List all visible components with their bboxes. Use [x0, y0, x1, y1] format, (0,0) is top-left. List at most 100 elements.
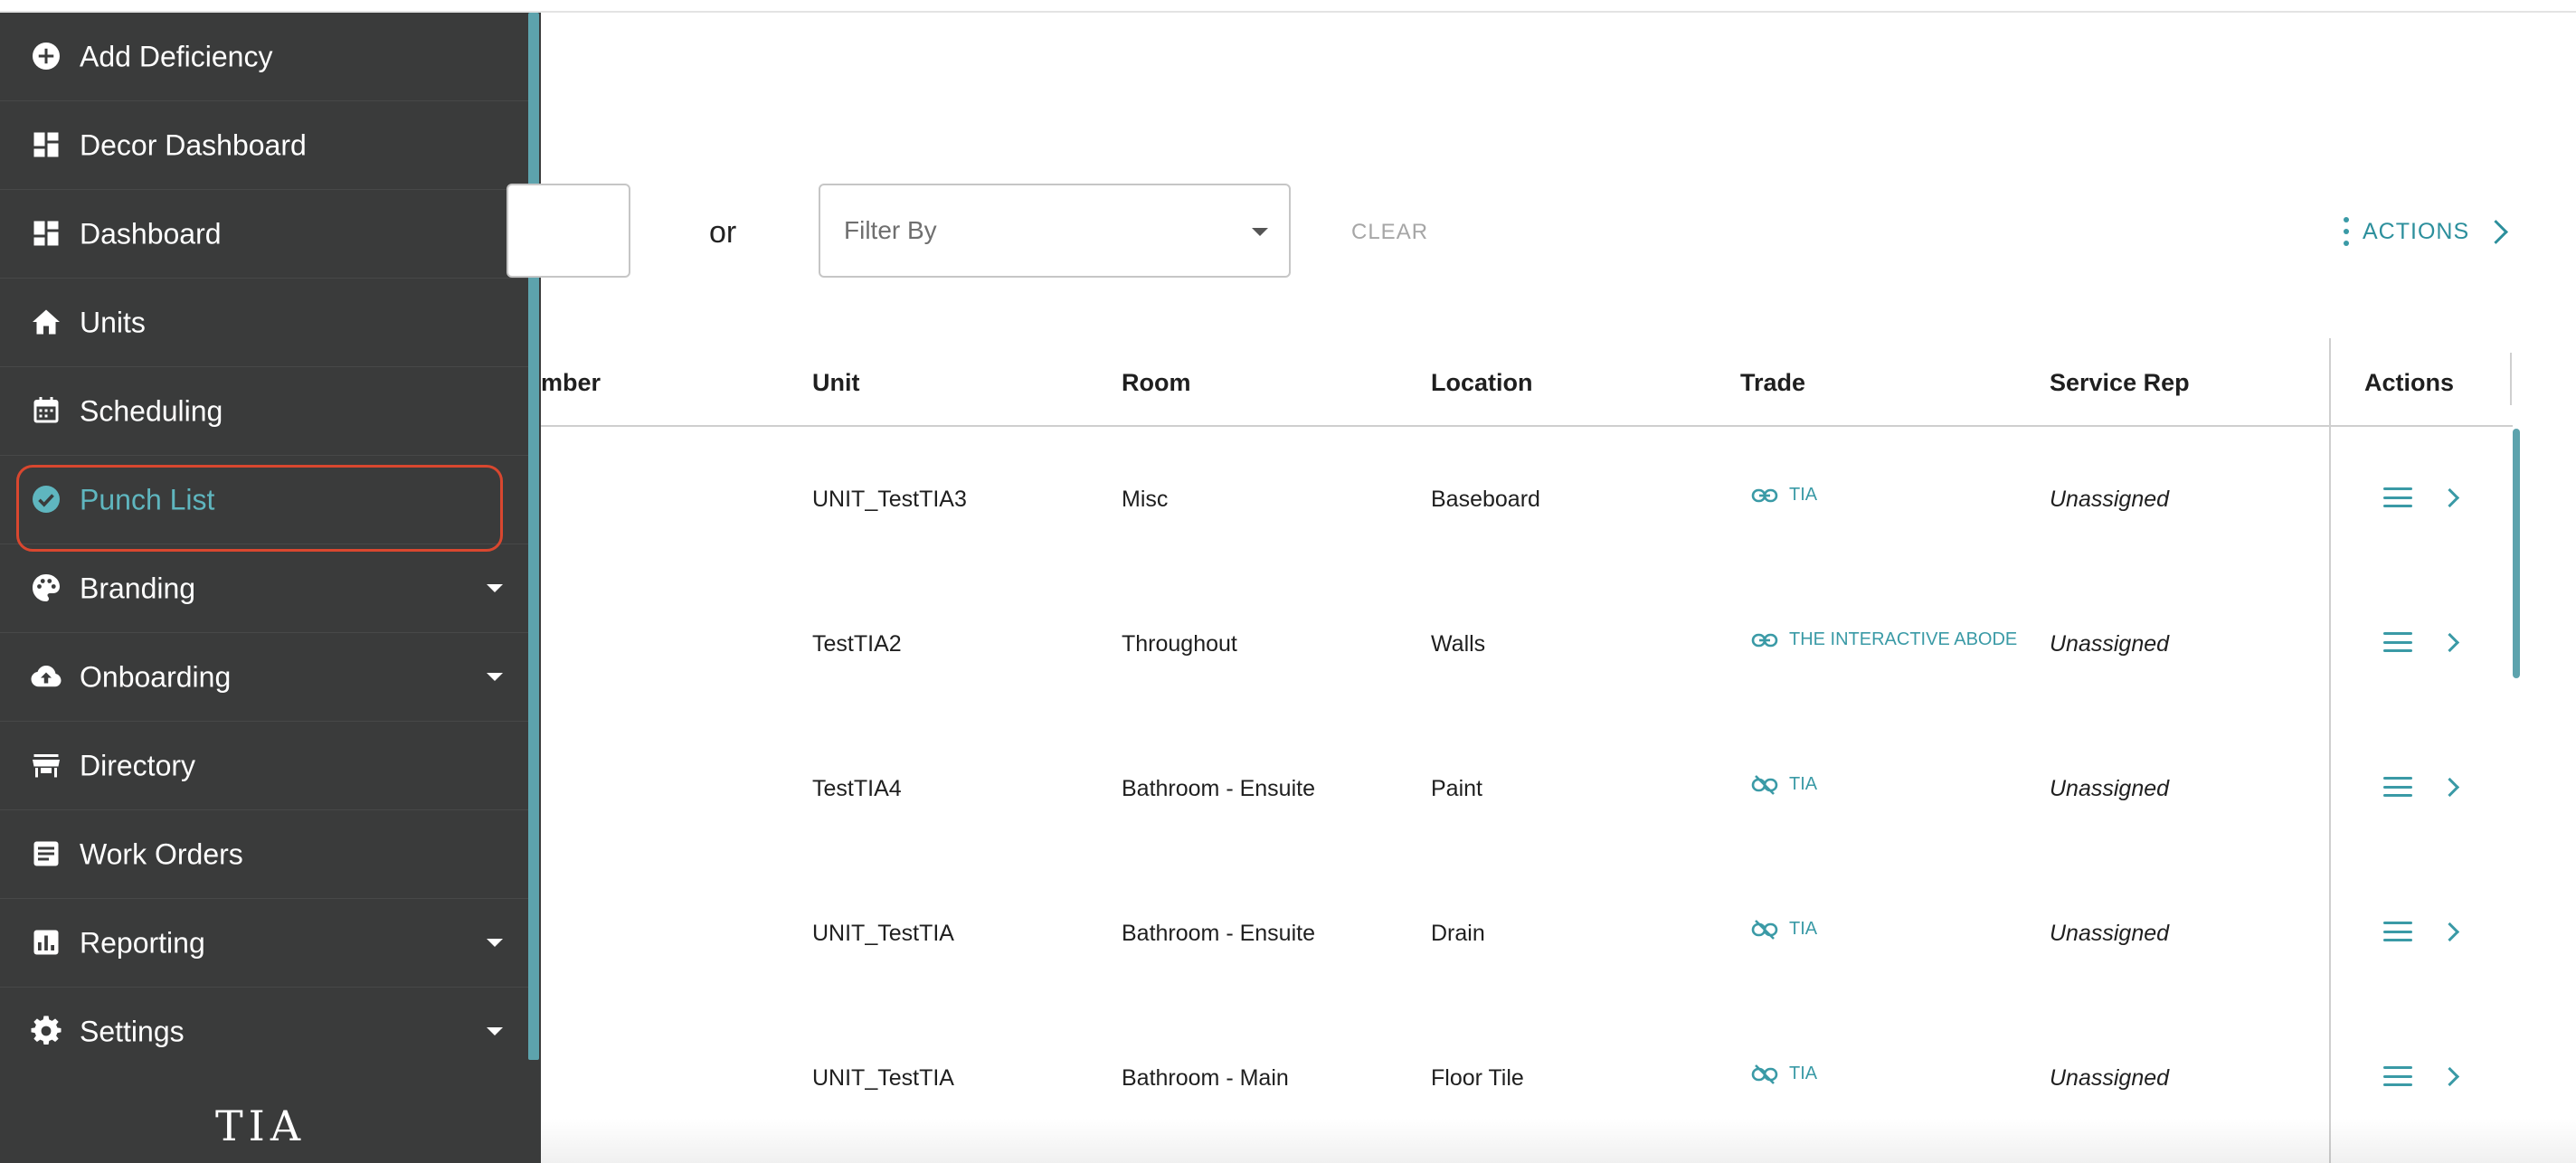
table-scrollbar[interactable]: [2513, 429, 2520, 678]
link-off-icon: [1751, 919, 1778, 940]
search-input[interactable]: [507, 184, 630, 278]
trade-link[interactable]: THE INTERACTIVE ABODE: [1751, 629, 2017, 650]
unit-cell: TestTIA4: [812, 776, 902, 801]
sidebar: Add Deficiency Decor Dashboard Dashboard…: [0, 13, 541, 1163]
sidebar-item-add-deficiency[interactable]: Add Deficiency: [0, 13, 528, 101]
menu-icon[interactable]: [2383, 632, 2412, 652]
sidebar-item-branding[interactable]: Branding: [0, 544, 528, 633]
menu-icon[interactable]: [2383, 777, 2412, 797]
menu-icon[interactable]: [2383, 1066, 2412, 1086]
filter-placeholder: Filter By: [844, 216, 937, 244]
chevron-right-icon[interactable]: [2439, 1066, 2460, 1086]
room-cell: Throughout: [1122, 631, 1237, 657]
room-cell: Misc: [1122, 487, 1169, 512]
unit-cell: UNIT_TestTIA3: [812, 487, 967, 512]
cloud-upload-icon: [31, 666, 62, 687]
sidebar-item-label: Decor Dashboard: [80, 128, 307, 161]
sidebar-item-label: Scheduling: [80, 394, 223, 427]
sidebar-item-reporting[interactable]: Reporting: [0, 899, 528, 988]
sidebar-item-onboarding[interactable]: Onboarding: [0, 633, 528, 722]
sidebar-item-directory[interactable]: Directory: [0, 722, 528, 810]
service-rep-cell: Unassigned: [2050, 921, 2170, 946]
actions-menu-button[interactable]: ACTIONS: [2343, 213, 2509, 250]
column-header-location[interactable]: Location: [1431, 369, 1533, 397]
service-rep-cell: Unassigned: [2050, 631, 2170, 657]
chevron-right-icon[interactable]: [2439, 632, 2460, 652]
room-cell: Bathroom - Ensuite: [1122, 776, 1315, 801]
sidebar-item-units[interactable]: Units: [0, 279, 528, 367]
row-actions: [2383, 777, 2460, 797]
calendar-icon: [33, 397, 59, 423]
sidebar-item-label: Add Deficiency: [80, 40, 273, 72]
trade-label: TIA: [1789, 774, 1818, 794]
sidebar-item-work-orders[interactable]: Work Orders: [0, 810, 528, 899]
table-row[interactable]: UNIT_TestTIA Bathroom - Ensuite Drain TI…: [541, 861, 2460, 1006]
dashboard-icon: [33, 221, 59, 246]
more-vertical-icon: [2343, 217, 2350, 246]
service-rep-cell: Unassigned: [2050, 1065, 2170, 1091]
trade-link[interactable]: TIA: [1751, 774, 1817, 795]
row-actions: [2383, 632, 2460, 652]
bottom-shadow: [541, 1118, 2576, 1163]
link-icon: [1751, 633, 1778, 647]
trade-link[interactable]: TIA: [1751, 1064, 1817, 1084]
service-rep-cell: Unassigned: [2050, 487, 2170, 512]
dropdown-arrow-icon: [1252, 228, 1268, 236]
location-cell: Drain: [1431, 921, 1485, 946]
or-label: or: [709, 215, 737, 250]
dashboard-icon: [33, 132, 59, 157]
header-end-divider: [2510, 353, 2512, 405]
trade-label: TIA: [1789, 1064, 1818, 1083]
chevron-right-icon[interactable]: [2439, 777, 2460, 797]
sidebar-item-scheduling[interactable]: Scheduling: [0, 367, 528, 456]
chart-icon: [33, 930, 59, 955]
column-header-number[interactable]: mber: [541, 369, 601, 397]
link-off-icon: [1751, 774, 1778, 795]
chevron-right-icon[interactable]: [2439, 487, 2460, 507]
table-row[interactable]: TestTIA2 Throughout Walls THE INTERACTIV…: [541, 572, 2460, 716]
location-cell: Baseboard: [1431, 487, 1540, 512]
chevron-down-icon: [487, 939, 503, 947]
sidebar-item-decor-dashboard[interactable]: Decor Dashboard: [0, 101, 528, 190]
menu-icon[interactable]: [2383, 487, 2412, 507]
location-cell: Walls: [1431, 631, 1486, 657]
sidebar-item-label: Reporting: [80, 926, 205, 959]
unit-cell: UNIT_TestTIA: [812, 921, 954, 946]
menu-icon[interactable]: [2383, 922, 2412, 941]
row-actions: [2383, 1066, 2460, 1086]
column-header-service-rep[interactable]: Service Rep: [2050, 369, 2190, 397]
sidebar-item-label: Units: [80, 306, 146, 338]
unit-cell: UNIT_TestTIA: [812, 1065, 954, 1091]
clear-button[interactable]: CLEAR: [1351, 220, 1428, 245]
sidebar-item-settings[interactable]: Settings: [0, 988, 528, 1075]
palette-icon: [33, 574, 60, 601]
gear-icon: [31, 1016, 62, 1045]
column-header-room[interactable]: Room: [1122, 369, 1191, 397]
chevron-right-icon[interactable]: [2439, 922, 2460, 941]
storefront-icon: [33, 754, 60, 778]
sidebar-item-label: Branding: [80, 572, 196, 604]
trade-label: TIA: [1789, 485, 1818, 505]
sidebar-item-label: Work Orders: [80, 837, 243, 870]
row-actions: [2383, 922, 2460, 941]
column-header-unit[interactable]: Unit: [812, 369, 859, 397]
sidebar-item-label: Directory: [80, 749, 196, 781]
trade-label: TIA: [1789, 919, 1818, 939]
home-icon: [33, 309, 60, 335]
trade-label: THE INTERACTIVE ABODE: [1789, 629, 2018, 649]
filter-by-select[interactable]: Filter By: [819, 184, 1291, 278]
sidebar-item-label: Settings: [80, 1015, 185, 1047]
trade-link[interactable]: TIA: [1751, 485, 1817, 506]
sidebar-item-dashboard[interactable]: Dashboard: [0, 190, 528, 279]
chevron-down-icon: [487, 673, 503, 681]
chevron-right-icon: [2484, 219, 2509, 244]
sidebar-scrollbar[interactable]: [528, 13, 539, 1060]
trade-link[interactable]: TIA: [1751, 919, 1817, 940]
sidebar-item-label: Onboarding: [80, 660, 232, 693]
table-row[interactable]: TestTIA4 Bathroom - Ensuite Paint TIA Un…: [541, 716, 2460, 861]
table-row[interactable]: UNIT_TestTIA3 Misc Baseboard TIA Unassig…: [541, 427, 2460, 572]
sidebar-item-label: Dashboard: [80, 217, 222, 250]
column-header-trade[interactable]: Trade: [1740, 369, 1805, 397]
chevron-down-icon: [487, 1027, 503, 1035]
service-rep-cell: Unassigned: [2050, 776, 2170, 801]
